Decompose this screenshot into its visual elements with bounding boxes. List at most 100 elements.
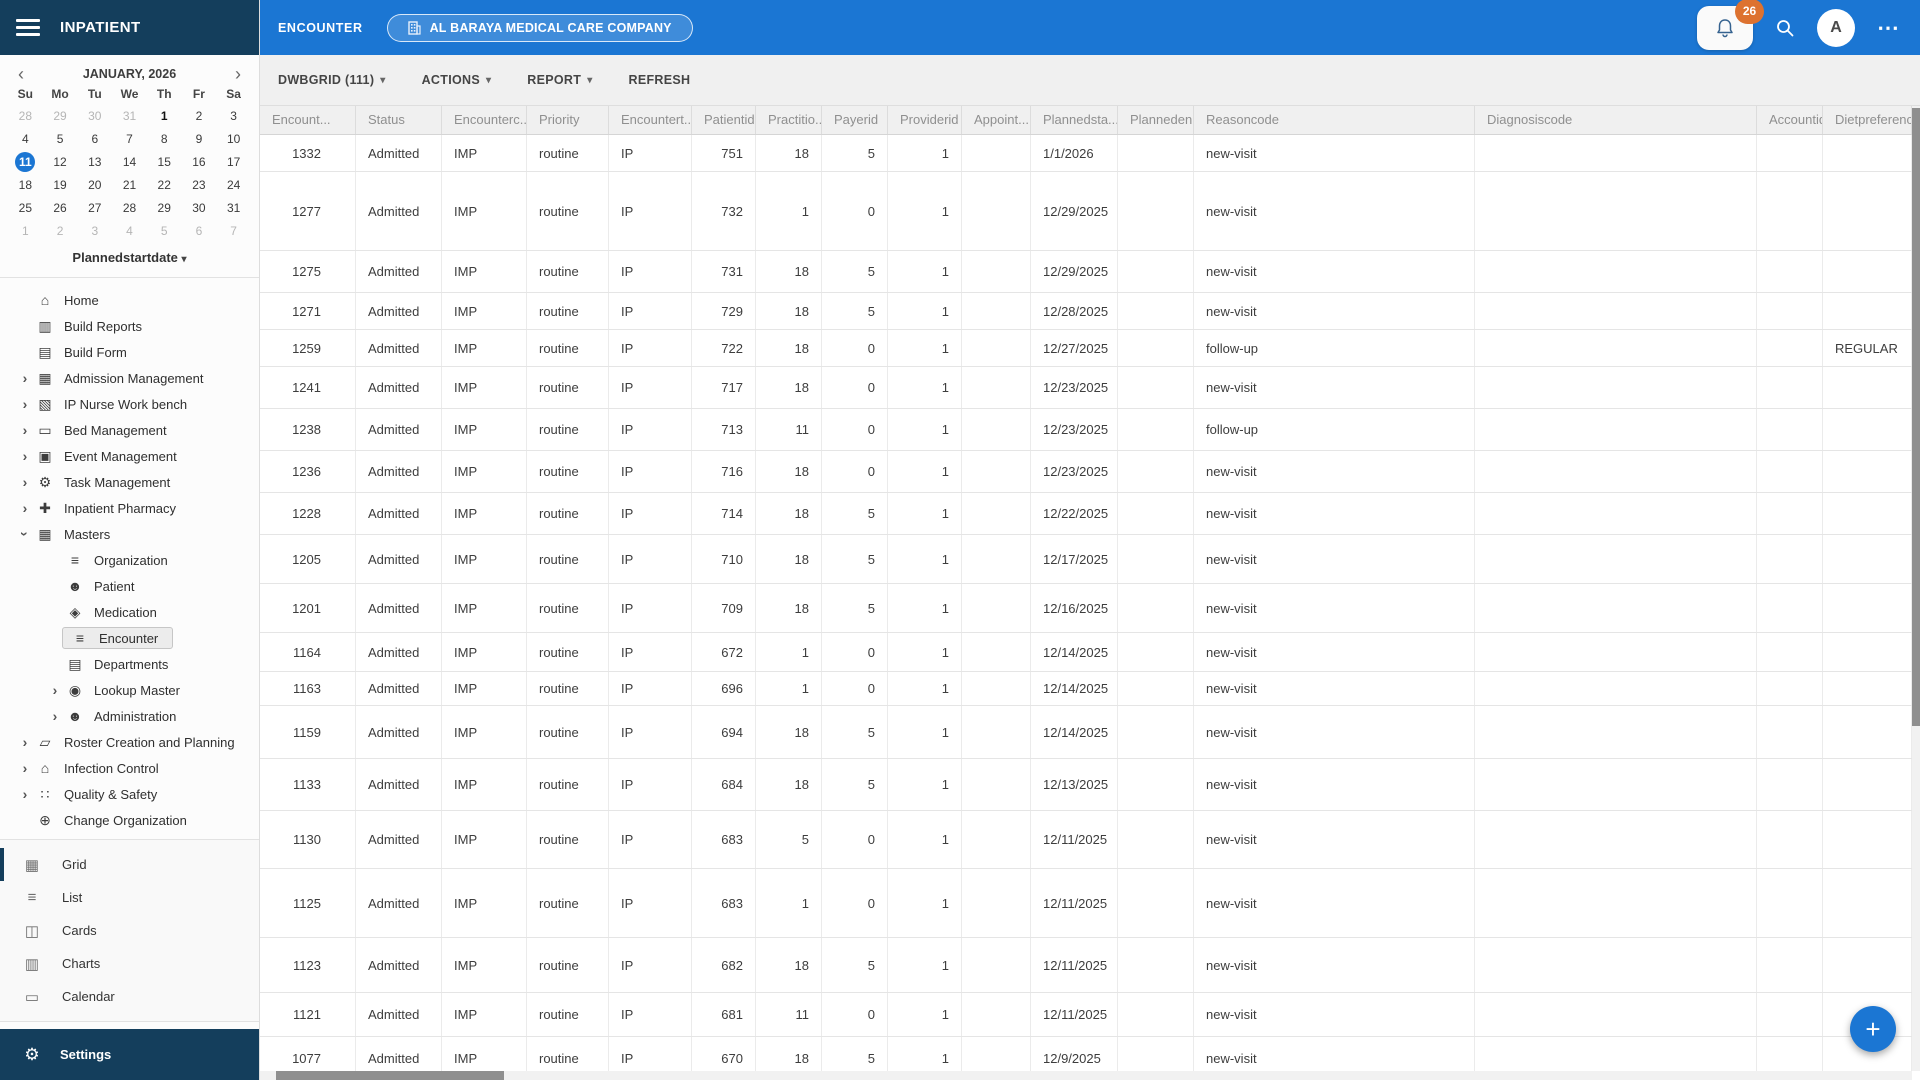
calendar-date[interactable]: 17 xyxy=(216,152,251,172)
sidebar-item-masters[interactable]: › ▦ Masters xyxy=(0,521,259,547)
calendar-date[interactable]: 26 xyxy=(43,198,78,218)
table-row[interactable]: 1163 Admitted IMP routine IP 696 1 0 1 12/14/2025… xyxy=(260,672,1912,706)
table-row[interactable]: 1159 Admitted IMP routine IP 694 18 5 1 12/14/202… xyxy=(260,706,1912,759)
table-row[interactable]: 1236 Admitted IMP routine IP 716 18 0 1 12/23/202… xyxy=(260,451,1912,493)
avatar[interactable]: A xyxy=(1817,8,1855,47)
sidebar-item-build-form[interactable]: ›▤Build Form xyxy=(0,339,259,365)
notifications-button[interactable]: 26 xyxy=(1697,0,1764,50)
table-row[interactable]: 1133 Admitted IMP routine IP 684 18 5 1 12/13/202… xyxy=(260,759,1912,811)
calendar-field-selector[interactable]: Plannedstartdate ▾ xyxy=(0,241,259,277)
add-record-button[interactable]: + xyxy=(1850,1006,1896,1052)
column-header-practitio[interactable]: Practitio... xyxy=(756,106,822,134)
calendar-date[interactable]: 31 xyxy=(216,198,251,218)
table-row[interactable]: 1130 Admitted IMP routine IP 683 5 0 1 12/11/2025… xyxy=(260,811,1912,869)
calendar-date[interactable]: 24 xyxy=(216,175,251,195)
view-item-list[interactable]: ≡ List xyxy=(0,881,259,914)
column-header-reasoncode[interactable]: Reasoncode xyxy=(1194,106,1475,134)
table-row[interactable]: 1332 Admitted IMP routine IP 751 18 5 1 1/1/2026 n… xyxy=(260,135,1912,172)
calendar-prev-icon[interactable]: ‹ xyxy=(14,65,28,83)
table-row[interactable]: 1238 Admitted IMP routine IP 713 11 0 1 12/23/202… xyxy=(260,409,1912,451)
sidebar-item-change-organization[interactable]: ›⊕Change Organization xyxy=(0,807,259,833)
table-row[interactable]: 1077 Admitted IMP routine IP 670 18 5 1 12/9/2025… xyxy=(260,1037,1912,1071)
calendar-date[interactable]: 9 xyxy=(182,129,217,149)
horizontal-scrollbar-thumb[interactable] xyxy=(276,1071,504,1080)
calendar-date[interactable]: 13 xyxy=(77,152,112,172)
calendar-date[interactable]: 7 xyxy=(216,221,251,241)
calendar-date[interactable]: 14 xyxy=(112,152,147,172)
calendar-date[interactable]: 18 xyxy=(8,175,43,195)
calendar-date[interactable]: 28 xyxy=(8,106,43,126)
toolbar-button-dwbgrid-111[interactable]: DWBGRID (111) ▾ xyxy=(278,73,386,87)
column-header-plannedsta[interactable]: Plannedsta... xyxy=(1031,106,1118,134)
table-row[interactable]: 1259 Admitted IMP routine IP 722 18 0 1 12/27/202… xyxy=(260,330,1912,367)
sidebar-item-roster-creation-and-planning[interactable]: › ▱ Roster Creation and Planning xyxy=(0,729,259,755)
sidebar-item-bed-management[interactable]: › ▭ Bed Management xyxy=(0,417,259,443)
table-row[interactable]: 1271 Admitted IMP routine IP 729 18 5 1 12/28/202… xyxy=(260,293,1912,330)
table-row[interactable]: 1125 Admitted IMP routine IP 683 1 0 1 12/11/2025… xyxy=(260,869,1912,938)
column-header-encounterc[interactable]: Encounterc... xyxy=(442,106,527,134)
sidebar-item-organization[interactable]: ›≡Organization xyxy=(0,547,259,573)
calendar-date[interactable]: 21 xyxy=(112,175,147,195)
calendar-date[interactable]: 1 xyxy=(147,106,182,126)
calendar-date[interactable]: 30 xyxy=(77,106,112,126)
calendar-date[interactable]: 12 xyxy=(43,152,78,172)
calendar-date[interactable]: 7 xyxy=(112,129,147,149)
calendar-date[interactable]: 3 xyxy=(216,106,251,126)
organization-button[interactable]: AL BARAYA MEDICAL CARE COMPANY xyxy=(386,13,693,42)
sidebar-item-administration[interactable]: › ☻ Administration xyxy=(0,703,259,729)
sidebar-item-patient[interactable]: ›☻Patient xyxy=(0,573,259,599)
table-row[interactable]: 1205 Admitted IMP routine IP 710 18 5 1 12/17/202… xyxy=(260,535,1912,584)
sidebar-item-build-reports[interactable]: ›▥Build Reports xyxy=(0,313,259,339)
view-item-charts[interactable]: ▥ Charts xyxy=(0,947,259,980)
column-header-accountid[interactable]: Accountid xyxy=(1757,106,1823,134)
calendar-date[interactable]: 2 xyxy=(43,221,78,241)
calendar-date[interactable]: 23 xyxy=(182,175,217,195)
calendar-date[interactable]: 10 xyxy=(216,129,251,149)
column-header-planneden[interactable]: Planneden... xyxy=(1118,106,1194,134)
calendar-date[interactable]: 1 xyxy=(8,221,43,241)
column-header-priority[interactable]: Priority xyxy=(527,106,609,134)
calendar-date[interactable]: 11 xyxy=(8,152,43,172)
view-item-calendar[interactable]: ▭ Calendar xyxy=(0,980,259,1013)
sidebar-item-lookup-master[interactable]: › ◉ Lookup Master xyxy=(0,677,259,703)
sidebar-item-inpatient-pharmacy[interactable]: › ✚ Inpatient Pharmacy xyxy=(0,495,259,521)
column-header-diagnosiscode[interactable]: Diagnosiscode xyxy=(1475,106,1757,134)
calendar-date[interactable]: 19 xyxy=(43,175,78,195)
sidebar-item-departments[interactable]: ›▤Departments xyxy=(0,651,259,677)
toolbar-button-report[interactable]: REPORT ▾ xyxy=(527,73,592,87)
hamburger-menu-icon[interactable] xyxy=(16,15,40,40)
column-header-providerid[interactable]: Providerid xyxy=(888,106,962,134)
sidebar-item-home[interactable]: ›⌂Home xyxy=(0,287,259,313)
calendar-date[interactable]: 5 xyxy=(43,129,78,149)
calendar-date[interactable]: 29 xyxy=(147,198,182,218)
calendar-date[interactable]: 30 xyxy=(182,198,217,218)
sidebar-item-task-management[interactable]: › ⚙ Task Management xyxy=(0,469,259,495)
calendar-date[interactable]: 31 xyxy=(112,106,147,126)
calendar-date[interactable]: 28 xyxy=(112,198,147,218)
calendar-date[interactable]: 25 xyxy=(8,198,43,218)
calendar-date[interactable]: 27 xyxy=(77,198,112,218)
more-options-icon[interactable]: ⋯ xyxy=(1877,16,1900,38)
calendar-next-icon[interactable]: › xyxy=(231,65,245,83)
column-header-patientid[interactable]: Patientid xyxy=(692,106,756,134)
sidebar-item-admission-management[interactable]: › ▦ Admission Management xyxy=(0,365,259,391)
table-row[interactable]: 1123 Admitted IMP routine IP 682 18 5 1 12/11/202… xyxy=(260,938,1912,993)
table-row[interactable]: 1277 Admitted IMP routine IP 732 1 0 1 12/29/2025… xyxy=(260,172,1912,251)
column-header-encountert[interactable]: Encountert... xyxy=(609,106,692,134)
calendar-date[interactable]: 8 xyxy=(147,129,182,149)
column-header-dietpreferencec[interactable]: Dietpreferencec xyxy=(1823,106,1912,134)
sidebar-item-quality-safety[interactable]: › ∷ Quality & Safety xyxy=(0,781,259,807)
calendar-date[interactable]: 29 xyxy=(43,106,78,126)
column-header-payerid[interactable]: Payerid xyxy=(822,106,888,134)
calendar-date[interactable]: 4 xyxy=(112,221,147,241)
calendar-date[interactable]: 20 xyxy=(77,175,112,195)
calendar-date[interactable]: 3 xyxy=(77,221,112,241)
table-row[interactable]: 1164 Admitted IMP routine IP 672 1 0 1 12/14/2025… xyxy=(260,633,1912,672)
calendar-date[interactable]: 5 xyxy=(147,221,182,241)
sidebar-item-settings[interactable]: ⚙ Settings xyxy=(0,1029,259,1080)
toolbar-button-refresh[interactable]: REFRESH xyxy=(629,73,691,87)
column-header-encount[interactable]: Encount... xyxy=(260,106,356,134)
table-row[interactable]: 1241 Admitted IMP routine IP 717 18 0 1 12/23/202… xyxy=(260,367,1912,409)
calendar-date[interactable]: 22 xyxy=(147,175,182,195)
calendar-date[interactable]: 6 xyxy=(182,221,217,241)
